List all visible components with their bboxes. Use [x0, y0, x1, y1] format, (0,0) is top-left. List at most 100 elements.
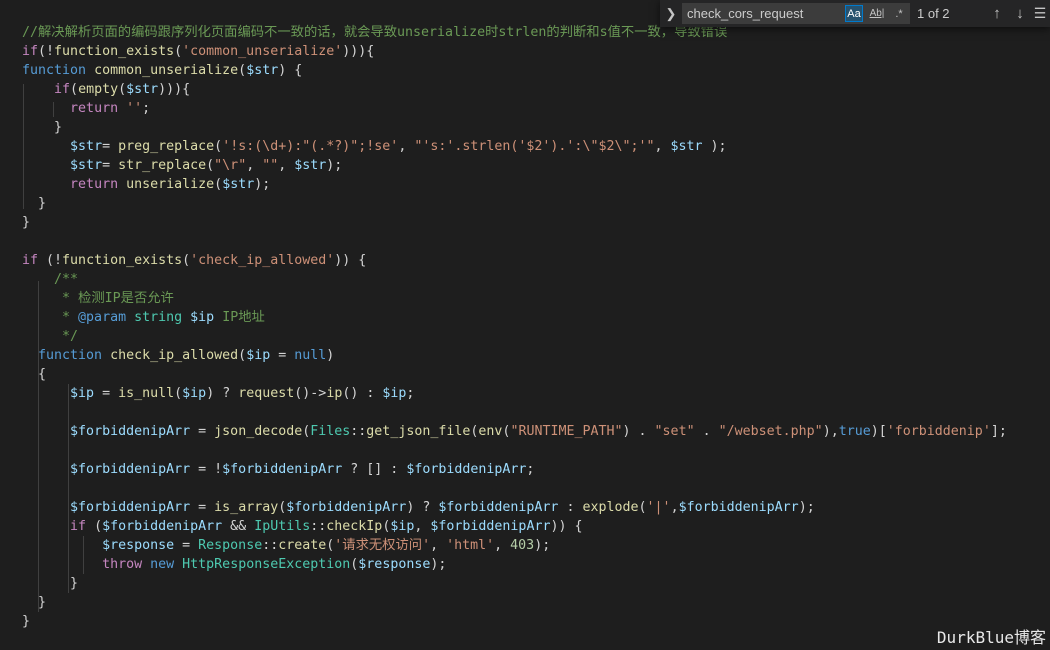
code-token: empty	[78, 82, 119, 97]
code-token: ;	[526, 462, 535, 477]
code-token: (!	[38, 253, 63, 268]
code-line[interactable]: function common_unserialize($str) {	[22, 61, 302, 80]
code-line[interactable]: * 检测IP是否允许	[22, 289, 174, 308]
code-token: $ip	[190, 310, 215, 325]
code-token: $str	[126, 82, 159, 97]
code-token: '请求无权访问'	[334, 538, 431, 553]
code-line[interactable]: if (!function_exists('check_ip_allowed')…	[22, 251, 366, 270]
code-token: "set"	[654, 424, 695, 439]
code-line[interactable]: $str= preg_replace('!s:(\d+):"(.*?)";!se…	[22, 137, 727, 156]
code-line[interactable]: $response = Response::create('请求无权访问', '…	[22, 536, 550, 555]
code-token: function_exists	[54, 44, 175, 59]
code-token: @param	[78, 310, 127, 325]
code-token: ip	[326, 386, 343, 401]
code-token: $forbiddenipArr	[102, 519, 223, 534]
code-token: * 检测IP是否允许	[62, 291, 174, 306]
code-line[interactable]: /**	[22, 270, 78, 289]
code-token: $str	[222, 177, 255, 192]
code-line[interactable]: $forbiddenipArr = !$forbiddenipArr ? [] …	[22, 460, 534, 479]
match-whole-word-icon[interactable]: Ab|	[868, 5, 886, 22]
code-token: throw	[102, 557, 143, 572]
code-token: ::	[310, 519, 327, 534]
code-line[interactable]: return '';	[22, 99, 150, 118]
code-line[interactable]: function check_ip_allowed($ip = null)	[22, 346, 334, 365]
code-token: "RUNTIME_PATH"	[510, 424, 623, 439]
code-token: if	[22, 44, 39, 59]
code-editor[interactable]: //解决解析页面的编码跟序列化页面编码不一致的话，就会导致unserialize…	[0, 0, 1050, 650]
code-line[interactable]: $forbiddenipArr = is_array ($forbiddenipA…	[22, 498, 815, 517]
code-token: */	[62, 329, 79, 344]
code-token: = !	[190, 462, 223, 477]
code-line[interactable]: throw new HttpResponseException($respons…	[22, 555, 446, 574]
regex-icon[interactable]: .*	[890, 5, 908, 22]
code-token: ,	[670, 500, 679, 515]
code-token: Response	[198, 538, 263, 553]
code-token: $forbiddenipArr	[678, 500, 799, 515]
code-token: "/webset.php"	[718, 424, 823, 439]
code-token: ;	[142, 101, 151, 116]
code-token: ),	[822, 424, 839, 439]
code-token: )) {	[334, 253, 367, 268]
code-token: is_null	[118, 386, 175, 401]
code-line[interactable]: if(!function_exists('common_unserialize'…	[22, 42, 374, 61]
code-line[interactable]: //解决解析页面的编码跟序列化页面编码不一致的话，就会导致unserialize…	[22, 23, 727, 42]
code-line[interactable]: $str= str_replace("\r", "", $str);	[22, 156, 342, 175]
find-input[interactable]	[682, 3, 840, 24]
code-token: $ip	[182, 386, 207, 401]
code-token: ];	[990, 424, 1007, 439]
code-token: );	[702, 139, 727, 154]
code-token: if	[54, 82, 71, 97]
code-line[interactable]: }	[22, 194, 46, 213]
arrow-up-icon[interactable]: ↑	[987, 3, 1007, 24]
code-token: ,	[278, 158, 295, 173]
code-token: str_replace	[118, 158, 207, 173]
code-token: $ip	[390, 519, 415, 534]
code-line[interactable]: if ($forbiddenipArr && IpUtils::checkIp(…	[22, 517, 582, 536]
code-token: ,	[430, 538, 447, 553]
code-token: $forbiddenipArr	[70, 424, 191, 439]
code-token: $forbiddenipArr	[70, 500, 191, 515]
match-case-icon[interactable]: Aa	[845, 5, 863, 22]
code-token: =	[174, 538, 199, 553]
code-line[interactable]: }	[22, 213, 30, 232]
code-line[interactable]: {	[22, 365, 46, 384]
code-token: }	[22, 595, 47, 610]
find-input-box[interactable]: Aa Ab| .*	[682, 3, 910, 24]
code-line[interactable]: }	[22, 593, 46, 612]
code-token: request	[238, 386, 295, 401]
code-token: );	[430, 557, 447, 572]
code-token: ) ?	[206, 386, 239, 401]
code-token: /**	[54, 272, 79, 287]
hamburger-menu-icon[interactable]: ☰	[1030, 3, 1050, 24]
code-line[interactable]: */	[22, 327, 78, 346]
code-token: $str	[246, 63, 279, 78]
code-token: common_unserialize	[94, 63, 239, 78]
code-token: 'check_ip_allowed'	[190, 253, 335, 268]
code-token: ) .	[622, 424, 655, 439]
code-token: =	[102, 139, 119, 154]
code-line[interactable]: }	[22, 118, 62, 137]
code-token: ::	[350, 424, 367, 439]
code-line[interactable]: * @param string $ip IP地址	[22, 308, 265, 327]
code-token: (	[86, 519, 103, 534]
code-token: (	[638, 500, 647, 515]
chevron-right-icon[interactable]: ❯	[662, 0, 680, 27]
code-line[interactable]: return unserialize($str);	[22, 175, 270, 194]
code-token: ))){	[158, 82, 191, 97]
code-line[interactable]: }	[22, 612, 30, 631]
code-token: $ip	[70, 386, 95, 401]
code-line[interactable]: }	[22, 574, 78, 593]
code-line[interactable]: $forbiddenipArr = json_decode(Files::get…	[22, 422, 1007, 441]
arrow-down-icon[interactable]: ↓	[1010, 3, 1030, 24]
code-token: $str	[294, 158, 327, 173]
code-token: (	[238, 348, 247, 363]
code-line[interactable]: $ip = is_null($ip) ? request()->ip() : $…	[22, 384, 414, 403]
code-line[interactable]: if(empty($str))){	[22, 80, 190, 99]
